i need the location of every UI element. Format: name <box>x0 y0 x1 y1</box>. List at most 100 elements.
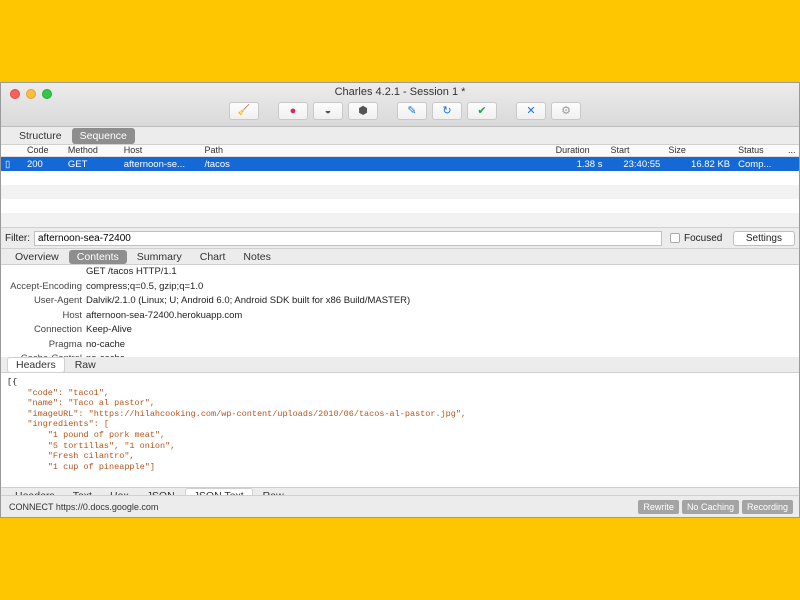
empty-row <box>1 171 799 185</box>
compose-button[interactable]: ✎ <box>397 102 427 120</box>
filter-settings-button[interactable]: Settings <box>732 230 795 246</box>
focused-checkbox[interactable] <box>670 233 680 243</box>
icon-column-header <box>1 145 23 156</box>
request-view-tabs: Headers Raw <box>1 356 799 373</box>
throttle-button[interactable]: ◒ <box>313 102 343 120</box>
json-line: "5 tortillas", "1 onion", <box>7 440 176 451</box>
column-header-path[interactable]: Path <box>201 145 552 156</box>
turtle-icon: ◒ <box>324 104 332 117</box>
document-icon: ▯ <box>5 158 11 170</box>
clear-session-button[interactable]: 🧹 <box>229 102 259 120</box>
header-row: GET /tacos HTTP/1.1 <box>1 265 799 280</box>
recording-button[interactable]: Recording <box>741 499 793 514</box>
response-json-pane: [{ "code": "taco1", "name": "Taco al pas… <box>1 373 799 487</box>
request-headers-pane: GET /tacos HTTP/1.1 Accept-Encoding compr… <box>1 265 799 357</box>
header-value: Keep-Alive <box>86 324 132 335</box>
validate-button[interactable]: ✔ <box>467 102 497 120</box>
header-row: Accept-Encoding compress;q=0.5, gzip;q=1.… <box>1 280 799 295</box>
tab-chart[interactable]: Chart <box>192 250 234 264</box>
column-header-more[interactable]: ... <box>784 145 799 156</box>
tab-request-raw[interactable]: Raw <box>67 358 104 372</box>
focused-label: Focused <box>684 232 723 244</box>
filter-label: Filter: <box>5 232 30 244</box>
column-header-size[interactable]: Size <box>664 145 734 156</box>
column-header-status[interactable]: Status <box>734 145 784 156</box>
header-key: Pragma <box>48 338 82 350</box>
checkmark-icon: ✔ <box>477 104 487 117</box>
filter-input[interactable] <box>34 230 662 246</box>
tab-contents[interactable]: Contents <box>68 249 127 264</box>
empty-row <box>1 185 799 199</box>
header-value: no-cache <box>86 338 126 350</box>
detail-tabs: Overview Contents Summary Chart Notes <box>1 249 799 265</box>
filter-bar: Filter: Focused Settings <box>1 227 799 249</box>
gear-icon: ⚙ <box>561 104 571 117</box>
no-caching-button[interactable]: No Caching <box>681 499 739 514</box>
cell-host: afternoon-se... <box>123 158 185 170</box>
status-buttons: Rewrite No Caching Recording <box>638 499 799 514</box>
record-icon: ● <box>289 104 297 117</box>
hexagon-icon: ⬢ <box>358 104 368 117</box>
repeat-button[interactable]: ↻ <box>432 102 462 120</box>
refresh-icon: ↻ <box>442 104 452 117</box>
cell-status: Comp... <box>738 158 772 170</box>
header-value: Dalvik/2.1.0 (Linux; U; Android 6.0; And… <box>86 295 411 306</box>
json-line: "ingredients": [ <box>7 419 110 430</box>
window-title: Charles 4.2.1 - Session 1 * <box>334 86 466 98</box>
tab-request-headers[interactable]: Headers <box>7 356 65 373</box>
header-row: Host afternoon-sea-72400.herokuapp.com <box>1 309 799 324</box>
tab-notes[interactable]: Notes <box>235 250 278 264</box>
json-line: "code": "taco1", <box>7 387 110 398</box>
column-header-host[interactable]: Host <box>120 145 201 156</box>
table-row[interactable]: ▯ 200 GET afternoon-se... /tacos 1.38 s … <box>1 157 799 171</box>
column-header-code[interactable]: Code <box>23 145 64 156</box>
cell-path: /tacos <box>204 158 230 170</box>
tab-sequence[interactable]: Sequence <box>71 127 135 144</box>
toolbar: 🧹 ● ◒ ⬢ ✎ ↻ ✔ ✕ ⚙ <box>1 102 799 122</box>
empty-row <box>1 213 799 227</box>
tab-summary[interactable]: Summary <box>129 250 190 264</box>
header-value: GET /tacos HTTP/1.1 <box>86 266 177 277</box>
header-row: User-Agent Dalvik/2.1.0 (Linux; U; Androi… <box>1 294 799 309</box>
header-key: Host <box>62 309 82 321</box>
cell-duration: 1.38 s <box>576 158 603 170</box>
column-header-start[interactable]: Start <box>606 145 664 156</box>
cell-size: 16.82 KB <box>691 158 731 170</box>
json-line: "Fresh cilantro", <box>7 451 135 462</box>
json-line: "imageURL": "https://hilahcooking.com/wp… <box>7 408 467 419</box>
header-value: compress;q=0.5, gzip;q=1.0 <box>86 280 204 292</box>
header-value: no-cache <box>86 352 125 357</box>
header-row: Connection Keep-Alive <box>1 323 799 338</box>
view-tabs: Structure Sequence <box>1 127 799 145</box>
rewrite-button[interactable]: Rewrite <box>638 499 679 514</box>
json-line: "name": "Taco al pastor", <box>7 398 155 409</box>
json-line: [{ <box>7 377 18 387</box>
tab-structure[interactable]: Structure <box>11 128 70 144</box>
settings-button[interactable]: ⚙ <box>551 102 581 120</box>
header-key <box>1 265 86 280</box>
table-header: Code Method Host Path Duration Start Siz… <box>1 145 799 157</box>
cell-method: GET <box>67 158 88 170</box>
column-header-duration[interactable]: Duration <box>552 145 607 156</box>
status-bar: CONNECT https://0.docs.google.com Rewrit… <box>1 495 799 517</box>
column-header-method[interactable]: Method <box>64 145 120 156</box>
header-key: Accept-Encoding <box>10 280 82 292</box>
breakpoints-button[interactable]: ⬢ <box>348 102 378 120</box>
empty-row <box>1 199 799 213</box>
header-row: Pragma no-cache <box>1 338 799 353</box>
broom-icon: 🧹 <box>237 105 251 116</box>
pen-icon: ✎ <box>407 104 417 117</box>
header-key: Connection <box>33 324 82 335</box>
tab-overview[interactable]: Overview <box>7 250 67 264</box>
tools-button[interactable]: ✕ <box>516 102 546 120</box>
header-key: User-Agent <box>33 295 82 306</box>
record-button[interactable]: ● <box>278 102 308 120</box>
charles-window: Charles 4.2.1 - Session 1 * 🧹 ● ◒ ⬢ ✎ ↻ … <box>0 82 800 518</box>
json-line: "1 pound of pork meat", <box>7 429 166 440</box>
title-bar: Charles 4.2.1 - Session 1 * 🧹 ● ◒ ⬢ ✎ ↻ … <box>1 83 799 127</box>
cell-code: 200 <box>26 158 43 170</box>
header-value: afternoon-sea-72400.herokuapp.com <box>86 309 243 321</box>
tools-icon: ✕ <box>526 104 536 117</box>
json-line: "1 cup of pineapple"] <box>7 461 155 472</box>
status-text: CONNECT https://0.docs.google.com <box>9 501 159 512</box>
